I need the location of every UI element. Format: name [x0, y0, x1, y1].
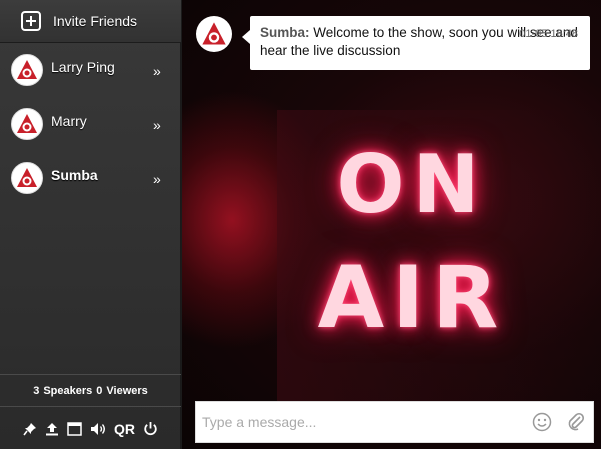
avatar [11, 54, 43, 86]
chevron-right-icon[interactable]: » [153, 171, 181, 187]
message-composer [195, 401, 594, 443]
speakers-count: 3 [33, 384, 40, 397]
avatar [11, 108, 43, 140]
power-icon[interactable] [143, 420, 158, 438]
invite-friends-label: Invite Friends [53, 13, 138, 29]
sidebar-user-name: Sumba [51, 167, 98, 183]
chat-message: 01-05 16:48 Sumba: Welcome to the show, … [242, 16, 590, 70]
logo-icon [17, 168, 37, 187]
participant-counts: 3 Speakers 0 Viewers [0, 374, 181, 407]
viewers-count: 0 [96, 384, 103, 397]
viewers-label: Viewers [106, 384, 148, 397]
message-input[interactable] [196, 402, 525, 442]
message-timestamp: 01-05 16:48 [519, 28, 578, 40]
message-sender: Sumba: [260, 25, 310, 40]
sidebar-user-name: Larry Ping [51, 59, 115, 75]
on-air-sign-line-1: ON [336, 138, 488, 231]
on-air-sign-line-2: AIR [317, 248, 507, 348]
avatar [196, 16, 232, 52]
sidebar-user-sumba[interactable]: Sumba » [0, 151, 181, 205]
avatar [11, 162, 43, 194]
window-icon[interactable] [67, 420, 82, 438]
logo-icon [202, 22, 226, 45]
qr-icon[interactable]: QR [114, 420, 135, 438]
emoji-icon[interactable] [525, 412, 559, 432]
speakers-label: Speakers [43, 384, 93, 397]
sidebar-user-marry[interactable]: Marry » [0, 97, 181, 151]
invite-friends-button[interactable]: Invite Friends [0, 0, 181, 43]
video-stage: ON AIR 01-05 16:48 Sumba: Welcome to the… [182, 0, 601, 449]
attach-icon[interactable] [559, 412, 593, 432]
plus-icon [21, 11, 41, 31]
sidebar-user-larry-ping[interactable]: Larry Ping » [0, 43, 181, 97]
logo-icon [17, 114, 37, 133]
upload-icon[interactable] [45, 420, 59, 438]
sidebar-user-name: Marry [51, 113, 87, 129]
speaker-icon[interactable] [90, 420, 106, 438]
logo-icon [17, 60, 37, 79]
bottom-toolbar: QR [0, 408, 181, 449]
pin-icon[interactable] [23, 420, 37, 438]
sidebar: Invite Friends Larry Ping » Marry » Sumb… [0, 0, 181, 449]
chevron-right-icon[interactable]: » [153, 63, 181, 79]
chevron-right-icon[interactable]: » [153, 117, 181, 133]
